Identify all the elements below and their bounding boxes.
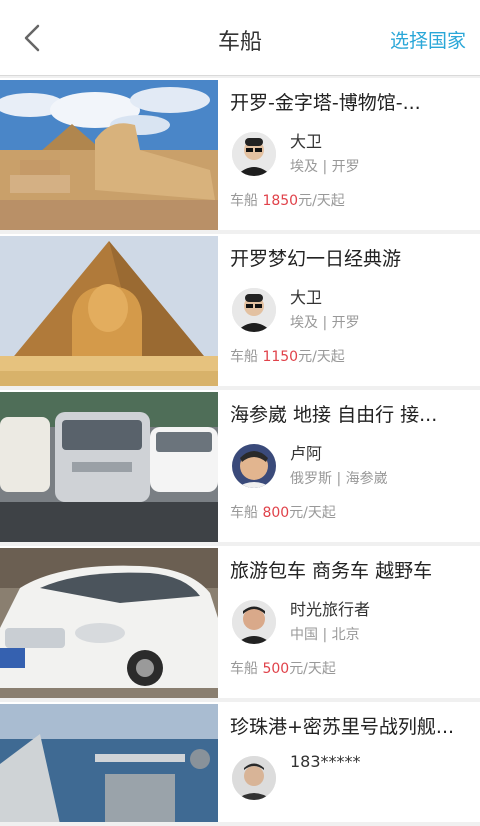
seller-name: 183***** [290,752,361,771]
price-line: 车船 800元/天起 [230,502,336,522]
price-prefix: 车船 [230,349,263,365]
list-item[interactable]: 旅游包车 商务车 越野车 时光旅行者 中国 | 北京 车船 500元/天起 [0,546,480,698]
price-suffix: 元/天起 [298,349,345,365]
listing-thumbnail [0,548,218,698]
price-suffix: 元/天起 [289,661,336,677]
seller-location: 埃及 | 开罗 [290,159,360,175]
price-suffix: 元/天起 [289,505,336,521]
list-item[interactable]: 珍珠港+密苏里号战列舰... 183***** [0,702,480,822]
listing-title: 旅游包车 商务车 越野车 [230,560,433,582]
seller-location: 埃及 | 开罗 [290,315,360,331]
price-value: 500 [262,661,290,677]
seller-location: 中国 | 北京 [290,627,360,643]
listing-title: 海参崴 地接 自由行 接... [230,404,438,426]
price-line: 车船 1150元/天起 [230,346,345,366]
top-bar: 车船 选择国家 [0,0,480,76]
listing-title: 珍珠港+密苏里号战列舰... [230,716,455,738]
listing-title: 开罗-金字塔-博物馆-... [230,92,421,114]
listing-list: 开罗-金字塔-博物馆-... 大卫 埃及 | 开罗 车船 1850元/天起 开罗… [0,78,480,826]
seller-name: 大卫 [290,288,323,307]
listing-thumbnail [0,392,218,542]
price-value: 1150 [262,349,299,365]
price-value: 1850 [262,193,299,209]
price-line: 车船 500元/天起 [230,658,336,678]
select-country-button[interactable]: 选择国家 [390,26,466,53]
list-item[interactable]: 开罗梦幻一日经典游 大卫 埃及 | 开罗 车船 1150元/天起 [0,234,480,386]
price-prefix: 车船 [230,661,263,677]
price-value: 800 [262,505,290,521]
listing-thumbnail [0,704,218,822]
seller-avatar [232,600,276,644]
price-line: 车船 1850元/天起 [230,190,345,210]
seller-avatar [232,132,276,176]
listing-title: 开罗梦幻一日经典游 [230,248,402,270]
listing-thumbnail [0,80,218,230]
list-item[interactable]: 海参崴 地接 自由行 接... 卢阿 俄罗斯 | 海参崴 车船 800元/天起 [0,390,480,542]
listing-thumbnail [0,236,218,386]
price-prefix: 车船 [230,193,263,209]
seller-name: 卢阿 [290,444,323,463]
price-prefix: 车船 [230,505,263,521]
seller-name: 时光旅行者 [290,600,371,619]
back-arrow-icon[interactable] [18,22,50,54]
seller-avatar [232,756,276,800]
price-suffix: 元/天起 [298,193,345,209]
list-item[interactable]: 开罗-金字塔-博物馆-... 大卫 埃及 | 开罗 车船 1850元/天起 [0,78,480,230]
seller-avatar [232,288,276,332]
seller-avatar [232,444,276,488]
seller-location: 俄罗斯 | 海参崴 [290,471,388,487]
seller-name: 大卫 [290,132,323,151]
